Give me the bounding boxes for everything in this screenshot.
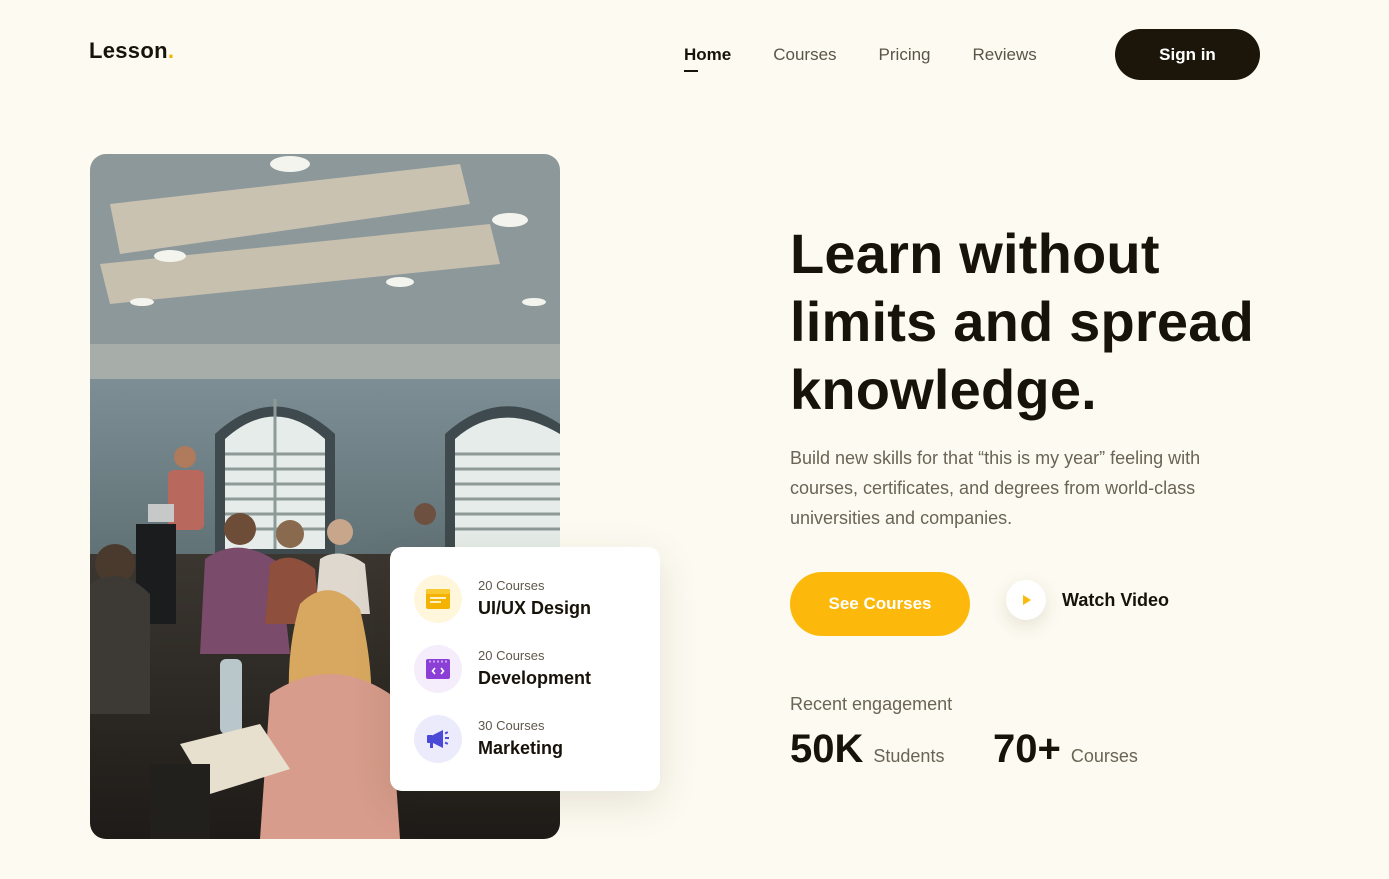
nav-item-home[interactable]: Home: [684, 44, 731, 72]
nav-item-pricing[interactable]: Pricing: [879, 44, 931, 66]
category-ui-ux-design[interactable]: 20 Courses UI/UX Design: [414, 575, 591, 623]
course-count: 20 Courses: [478, 648, 545, 663]
play-icon: [1006, 580, 1046, 620]
course-name: Marketing: [478, 738, 564, 758]
stat-value: 70+: [993, 727, 1061, 771]
stat-students: 50K Students: [790, 726, 944, 772]
code-window-icon: [414, 645, 462, 693]
brand-name: Lesson: [89, 38, 168, 63]
nav-item-reviews[interactable]: Reviews: [973, 44, 1037, 66]
stat-value: 50K: [790, 727, 864, 771]
brand-logo[interactable]: Lesson.: [89, 38, 174, 64]
course-count: 20 Courses: [478, 578, 545, 593]
brand-dot: .: [167, 38, 175, 63]
sign-in-button[interactable]: Sign in: [1115, 29, 1260, 80]
watch-video-button[interactable]: Watch Video: [1006, 580, 1169, 620]
see-courses-button[interactable]: See Courses: [790, 572, 970, 636]
stat-unit: Students: [873, 746, 945, 766]
course-count: 30 Courses: [478, 718, 545, 733]
category-development[interactable]: 20 Courses Development: [414, 645, 591, 693]
megaphone-icon: [414, 715, 462, 763]
watch-video-label: Watch Video: [1062, 589, 1170, 610]
engagement-label: Recent engagement: [790, 694, 953, 714]
main-nav: Home Courses Pricing Reviews: [684, 44, 1079, 72]
hero-subtext: Build new skills for that “this is my ye…: [790, 448, 1201, 528]
stat-courses: 70+ Courses: [993, 726, 1138, 772]
course-name: Development: [478, 668, 592, 688]
course-name: UI/UX Design: [478, 598, 592, 618]
hero-headline: Learn without limits and spread knowledg…: [790, 222, 1254, 421]
category-marketing[interactable]: 30 Courses Marketing: [414, 715, 563, 763]
layout-window-icon: [414, 575, 462, 623]
course-categories-card: 20 Courses UI/UX Design 20 Courses Devel…: [390, 547, 660, 791]
nav-item-courses[interactable]: Courses: [773, 44, 836, 66]
stat-unit: Courses: [1070, 746, 1138, 766]
